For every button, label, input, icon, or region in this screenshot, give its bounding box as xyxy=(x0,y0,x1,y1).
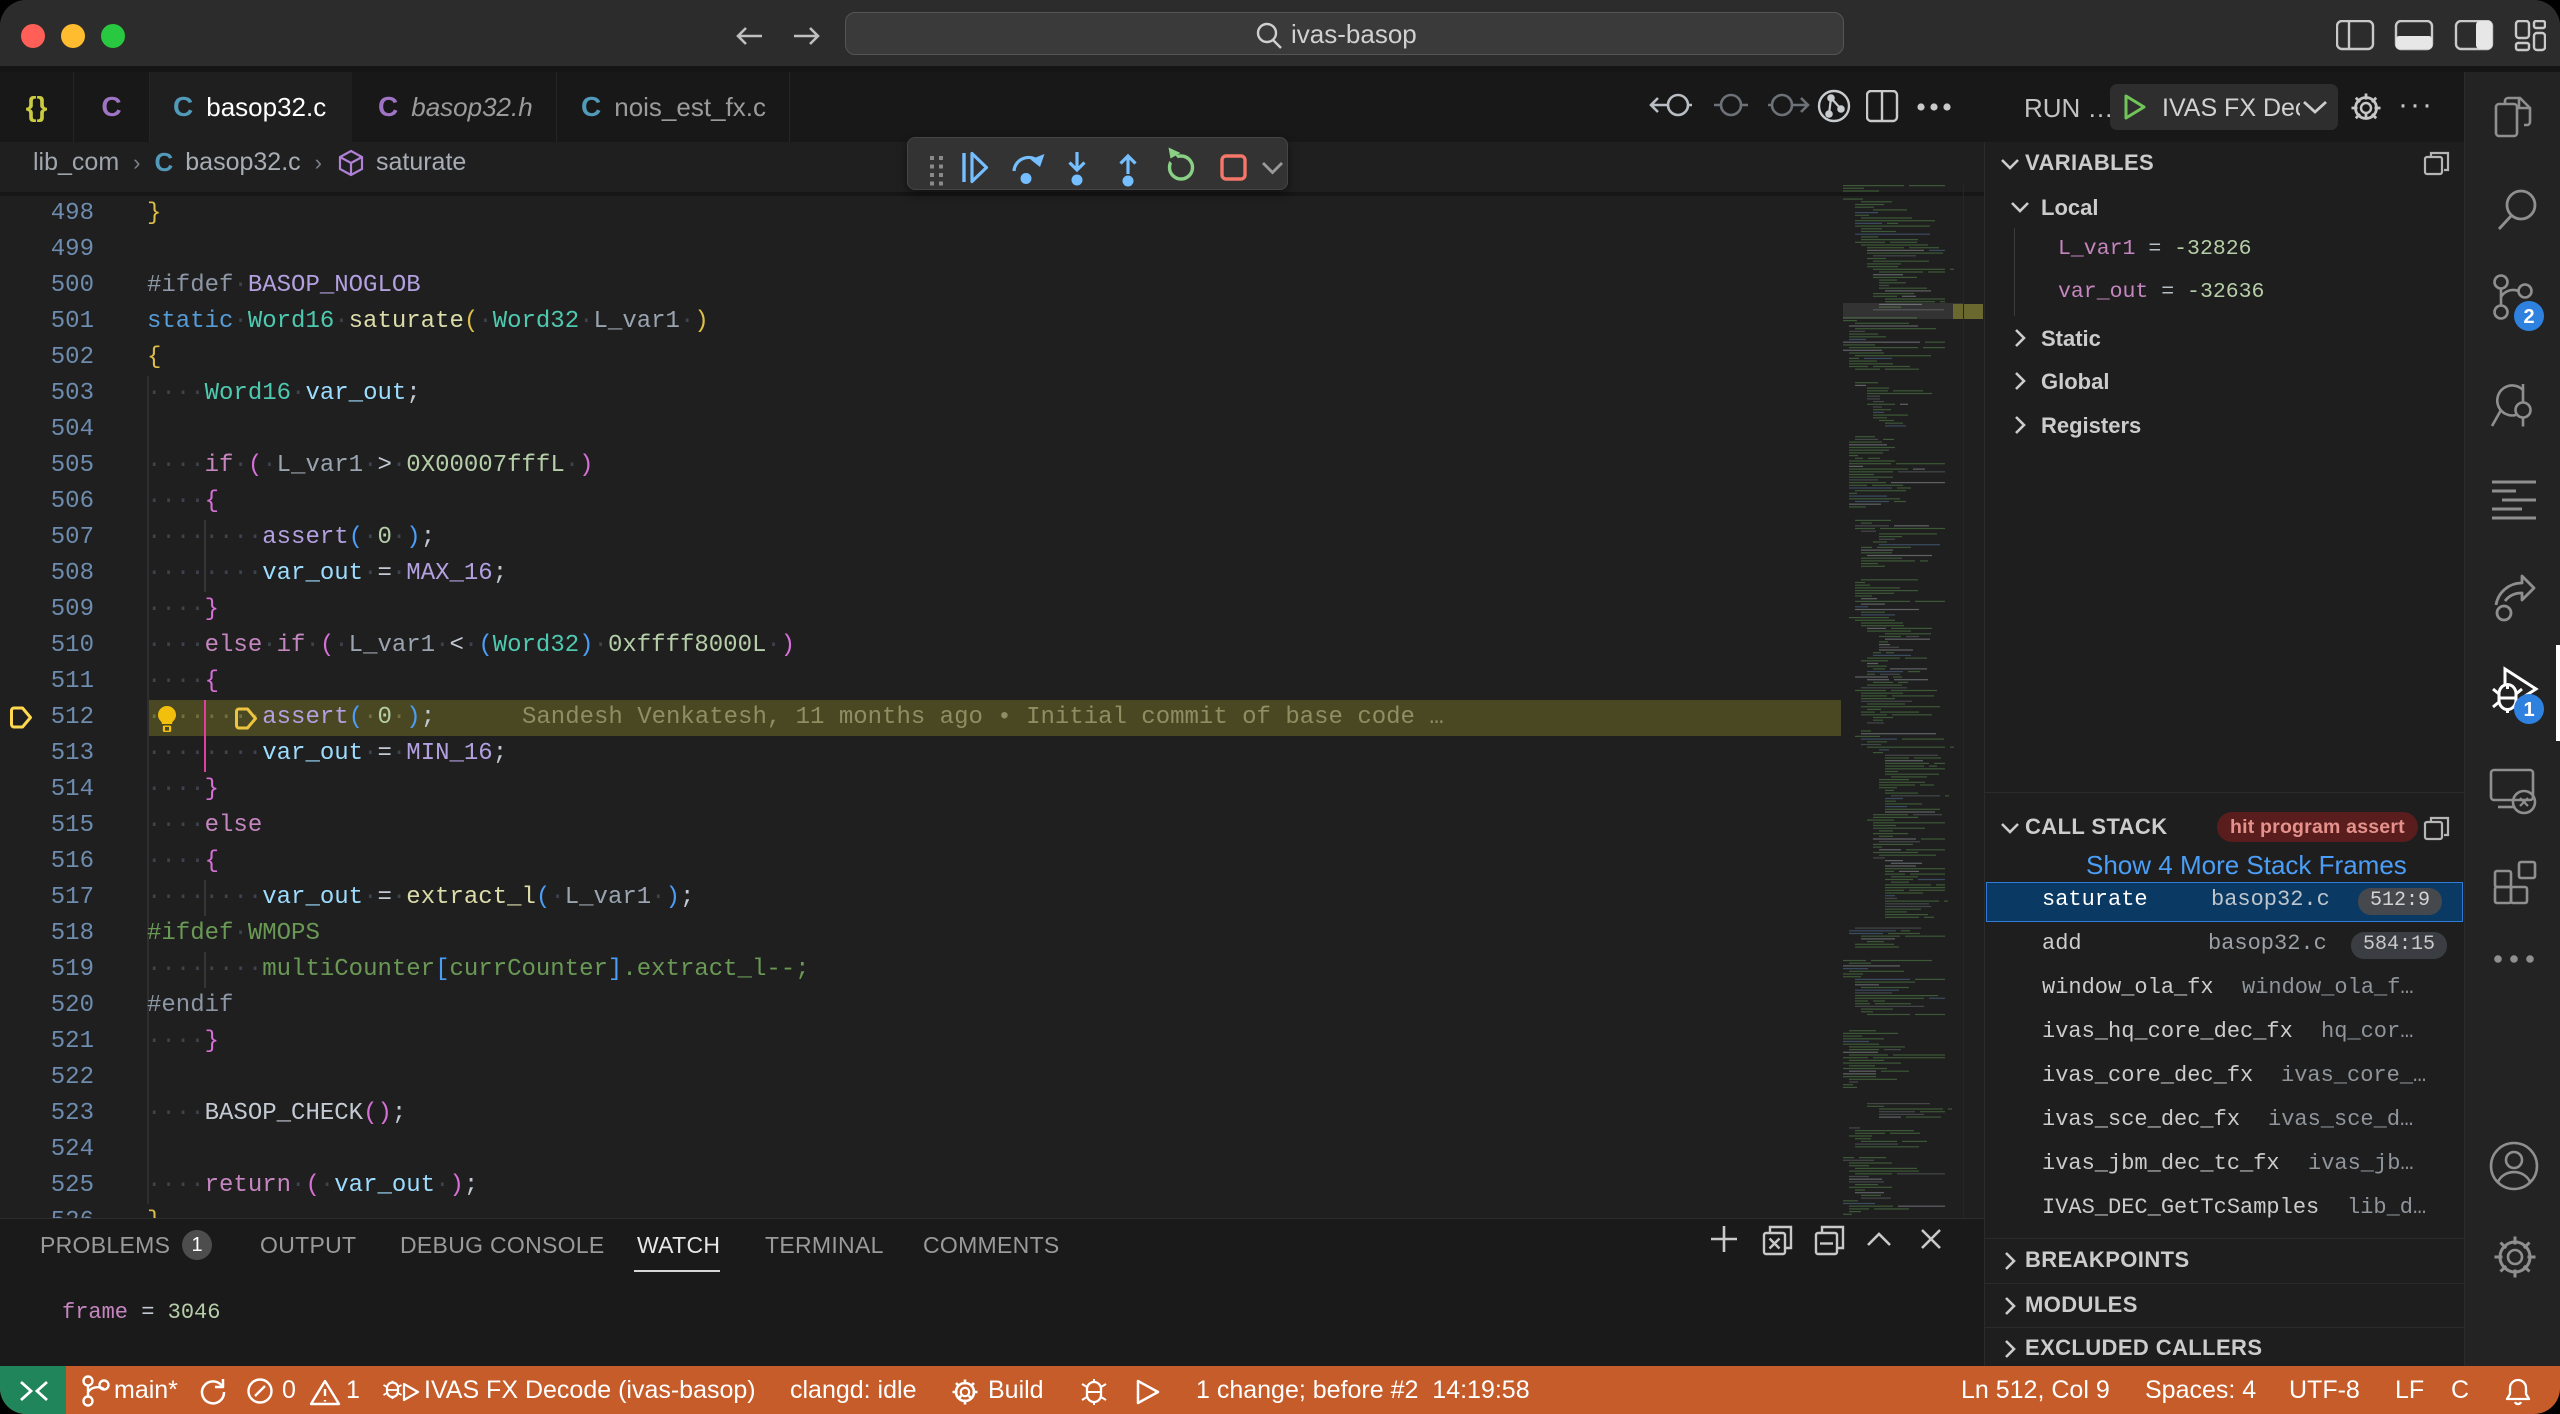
svg-text:2: 2 xyxy=(2523,306,2534,328)
svg-text:1: 1 xyxy=(2523,699,2534,721)
